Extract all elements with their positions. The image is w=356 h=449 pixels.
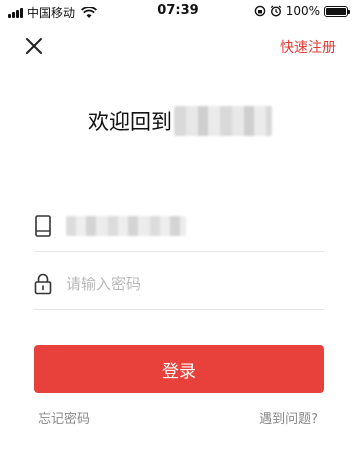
app-name-blurred [174, 106, 272, 136]
forgot-password-link[interactable]: 忘记密码 [38, 408, 90, 427]
status-right: 100% [254, 4, 350, 18]
battery-fill [326, 7, 346, 15]
lock-icon [34, 273, 52, 295]
password-input[interactable] [66, 274, 286, 293]
close-icon[interactable] [22, 34, 46, 58]
phone-icon [34, 214, 52, 237]
phone-field[interactable] [34, 200, 324, 252]
login-button[interactable]: 登录 [34, 345, 324, 393]
welcome-text: 欢迎回到 [88, 110, 172, 134]
help-link[interactable]: 遇到问题? [259, 408, 318, 427]
login-screen: 中国移动 07:39 100% 快速注册 欢迎回到 登录 忘记密码 遇到问题? [0, 0, 356, 449]
alarm-icon [270, 5, 281, 17]
rotation-lock-icon [254, 5, 265, 17]
phone-number-blurred [66, 215, 186, 236]
quick-register-link[interactable]: 快速注册 [280, 37, 336, 57]
welcome-title: 欢迎回到 [88, 106, 272, 136]
battery-percent: 100% [285, 4, 320, 18]
password-field[interactable] [34, 258, 324, 310]
battery-icon [324, 5, 350, 17]
status-bar: 中国移动 07:39 100% [0, 0, 356, 22]
